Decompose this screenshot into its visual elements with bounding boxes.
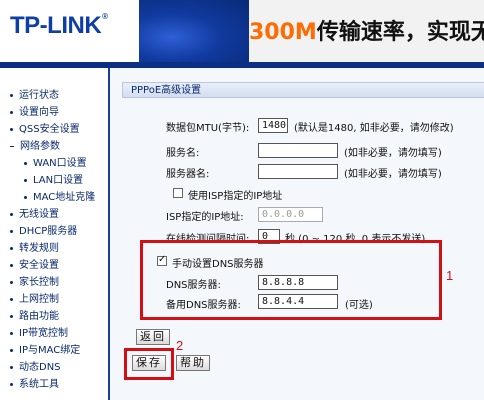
mtu-input[interactable]: 1480 <box>258 118 288 133</box>
sidebar-item-access-control[interactable]: 上网控制 <box>10 290 59 305</box>
bullet-icon <box>10 246 13 250</box>
bullet-icon <box>10 348 13 352</box>
bullet-icon <box>24 195 27 199</box>
annotation-label-2: 2 <box>176 338 184 353</box>
isp-ip-label: ISP指定的IP地址: <box>166 212 244 223</box>
sidebar-item-status[interactable]: 运行状态 <box>10 86 59 101</box>
bullet-icon <box>10 127 13 131</box>
sidebar-item-forwarding[interactable]: 转发规则 <box>10 239 59 254</box>
bullet-icon <box>10 263 13 267</box>
sidebar-item-qss[interactable]: QSS安全设置 <box>10 120 80 135</box>
panel-title: PPPoE高级设置 <box>122 82 484 98</box>
service-name-label: 服务名: <box>166 148 200 159</box>
sidebar-item-security[interactable]: 安全设置 <box>10 256 59 271</box>
annotation-box-2 <box>124 348 174 380</box>
sidebar-item-lan[interactable]: LAN口设置 <box>24 171 83 186</box>
server-name-hint: (如非必要，请勿填写) <box>344 169 442 180</box>
bullet-icon <box>10 382 13 386</box>
help-button[interactable]: 帮助 <box>176 355 210 371</box>
bullet-icon <box>10 229 13 233</box>
bullet-icon <box>24 178 27 182</box>
banner-graphic <box>139 0 249 62</box>
sidebar-item-system-tools[interactable]: 系统工具 <box>10 375 59 390</box>
mtu-label: 数据包MTU(字节): <box>166 123 250 134</box>
back-button[interactable]: 返回 <box>136 329 170 345</box>
sidebar-item-wireless[interactable]: 无线设置 <box>10 205 59 220</box>
sidebar-item-dhcp[interactable]: DHCP服务器 <box>10 222 77 237</box>
logo-area: TP-LINK® <box>0 0 139 62</box>
sidebar-item-ip-mac-binding[interactable]: IP与MAC绑定 <box>10 341 80 356</box>
sidebar-item-network[interactable]: 网络参数 <box>10 137 60 152</box>
bullet-icon <box>10 212 13 216</box>
annotation-label-1: 1 <box>446 268 454 283</box>
bullet-icon <box>10 297 13 301</box>
bullet-icon <box>10 365 13 369</box>
sidebar-item-bandwidth[interactable]: IP带宽控制 <box>10 324 68 339</box>
minus-icon <box>10 145 14 147</box>
server-name-label: 服务器名: <box>166 169 210 180</box>
sidebar-item-wan[interactable]: WAN口设置 <box>24 154 87 169</box>
mtu-hint: (默认是1480, 如非必要，请勿修改) <box>294 123 454 134</box>
isp-ip-checkbox-label: 使用ISP指定的IP地址 <box>188 191 283 202</box>
server-name-input[interactable] <box>258 164 338 179</box>
sidebar-item-routing[interactable]: 路由功能 <box>10 307 59 322</box>
bullet-icon <box>10 110 13 114</box>
sidebar-menu: 运行状态 设置向导 QSS安全设置 网络参数 WAN口设置 LAN口设置 MAC… <box>0 68 110 400</box>
header-banner: TP-LINK® 300M传输速率，实现无线 <box>0 0 484 62</box>
banner-slogan-area: 300M传输速率，实现无线 <box>249 0 484 62</box>
sidebar-item-wizard[interactable]: 设置向导 <box>10 103 59 118</box>
bullet-icon <box>24 161 27 165</box>
isp-ip-input[interactable]: 0.0.0.0 <box>258 207 323 222</box>
sidebar-item-ddns[interactable]: 动态DNS <box>10 358 61 373</box>
bullet-icon <box>10 331 13 335</box>
annotation-box-1 <box>140 240 442 320</box>
bullet-icon <box>10 280 13 284</box>
service-name-hint: (如非必要，请勿填写) <box>344 148 442 159</box>
bullet-icon <box>10 93 13 97</box>
sidebar-item-parental[interactable]: 家长控制 <box>10 273 59 288</box>
banner-slogan: 300M传输速率，实现无线 <box>249 20 484 45</box>
sidebar-item-mac-clone[interactable]: MAC地址克隆 <box>24 188 95 203</box>
bullet-icon <box>10 314 13 318</box>
service-name-input[interactable] <box>258 143 338 158</box>
tp-link-logo: TP-LINK® <box>10 12 108 39</box>
isp-ip-checkbox[interactable] <box>173 188 183 198</box>
